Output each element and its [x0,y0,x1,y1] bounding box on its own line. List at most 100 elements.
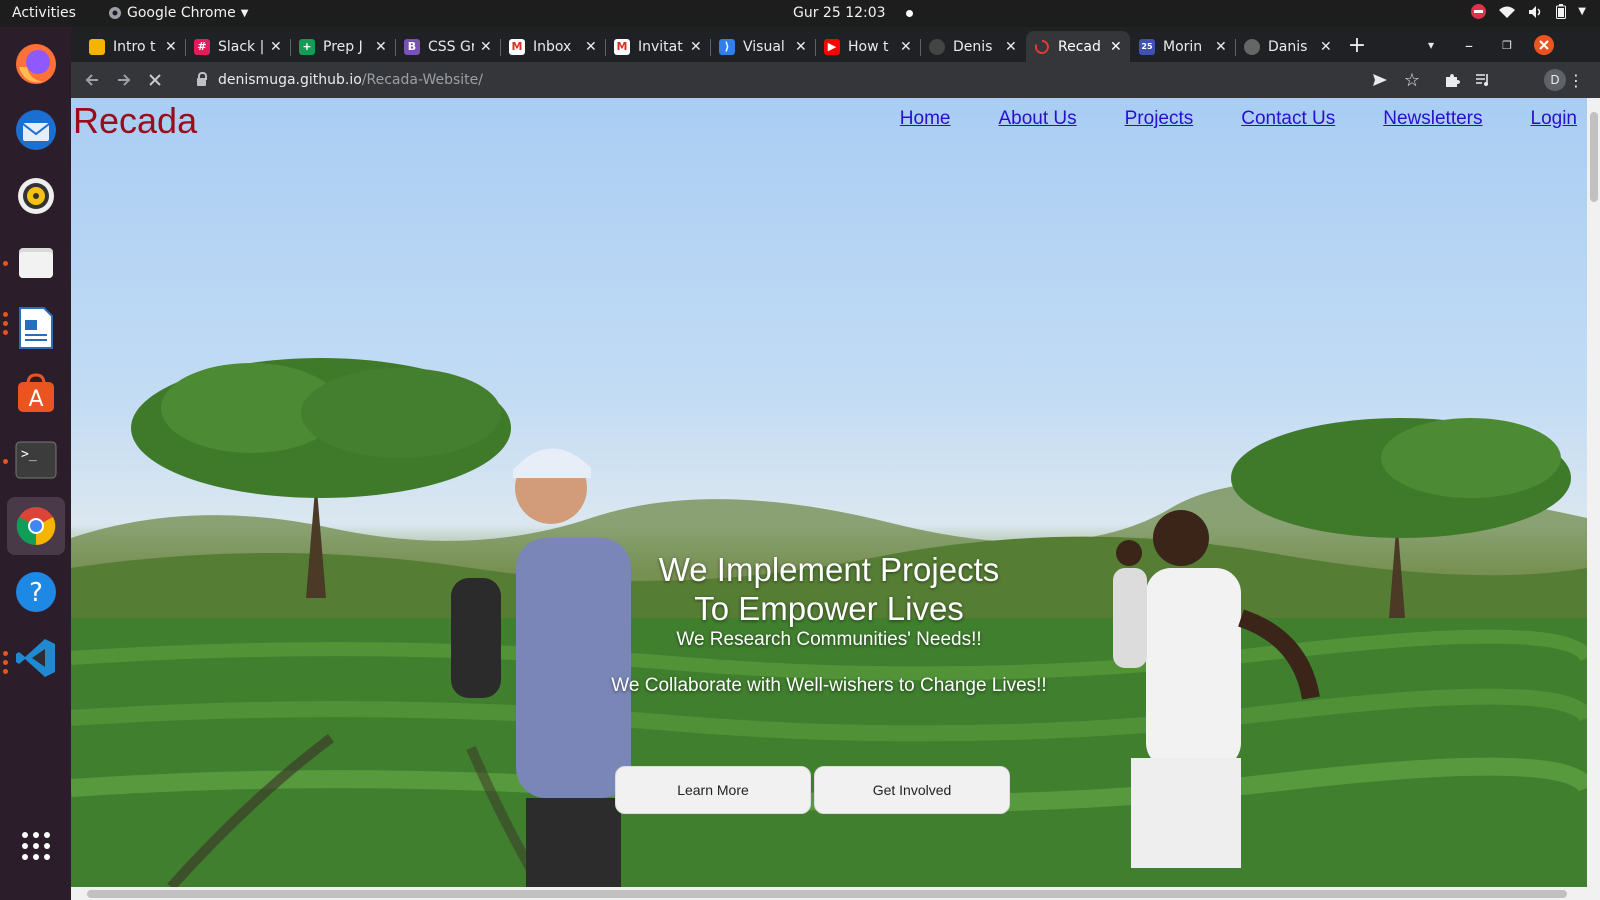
ubuntu-software-launcher[interactable]: A [7,365,65,423]
nav-link-about-us[interactable]: About Us [998,108,1076,130]
thunderbird-icon [16,110,56,150]
nav-link-projects[interactable]: Projects [1125,108,1194,130]
close-tab-icon[interactable]: ✕ [1320,39,1332,55]
slides-icon [89,38,105,55]
chrome-launcher[interactable] [7,497,65,555]
page-viewport: Recada Home About Us Projects Contact Us… [71,98,1587,887]
url-path: /Recada-Website/ [361,72,483,88]
media-control-button[interactable] [1470,67,1496,93]
battery-icon [1556,4,1567,19]
chrome-small-icon [109,7,121,19]
hero-text: We Implement Projects To Empower Lives W… [71,550,1587,698]
clock[interactable]: Gur 25 12:03 [793,5,913,21]
notification-dot-icon [905,9,913,17]
scrollbar-thumb[interactable] [1590,112,1598,202]
nav-link-home[interactable]: Home [900,108,951,130]
app-menu-label: Google Chrome [127,5,236,21]
close-tab-icon[interactable]: ✕ [795,39,807,55]
tab-title: CSS Gr [428,38,474,55]
kebab-menu-icon: ⋮ [1568,70,1584,90]
hero-subheading-research: We Research Communities' Needs!! [676,629,982,650]
nav-link-login[interactable]: Login [1531,108,1578,130]
close-tab-icon[interactable]: ✕ [1110,39,1122,55]
lock-icon[interactable] [197,72,207,86]
close-tab-icon[interactable]: ✕ [690,39,702,55]
chrome-menu-button[interactable]: ⋮ [1563,67,1589,93]
firefox-icon [16,44,56,84]
tab[interactable]: M Invitat ✕ [606,31,710,62]
tab[interactable]: Danis ✕ [1236,31,1340,62]
firefox-launcher[interactable] [7,35,65,93]
system-tray[interactable]: ▼ [1471,4,1586,19]
close-tab-icon[interactable]: ✕ [900,39,912,55]
tab[interactable]: M Inbox ✕ [501,31,605,62]
app-menu[interactable]: Google Chrome ▼ [108,5,248,21]
activities-button[interactable]: Activities [12,5,76,21]
bookmark-button[interactable]: ☆ [1399,67,1425,93]
files-launcher[interactable] [7,233,65,291]
tab[interactable]: ⟩ Visual ✕ [711,31,815,62]
close-tab-icon[interactable]: ✕ [1215,39,1227,55]
wifi-icon [1499,6,1516,18]
clock-text: Gur 25 12:03 [793,5,886,21]
tab-search-chevron-icon[interactable]: ▾ [1419,31,1443,59]
tab[interactable]: ▶ How t ✕ [816,31,920,62]
forward-arrow-icon [118,74,131,86]
get-involved-button[interactable]: Get Involved [814,766,1010,814]
back-button[interactable] [79,67,105,93]
tab[interactable]: Denis ✕ [921,31,1025,62]
tab-title: Slack | [218,38,264,55]
nav-link-contact-us[interactable]: Contact Us [1241,108,1335,130]
tab[interactable]: + Prep J ✕ [291,31,395,62]
help-icon: ? [16,572,56,612]
hero-heading-line-1: We Implement Projects [658,551,1000,588]
forward-button[interactable] [111,67,137,93]
tab[interactable]: # Slack | ✕ [186,31,290,62]
terminal-launcher[interactable]: >_ [7,431,65,489]
close-tab-icon[interactable]: ✕ [480,39,492,55]
gmail-icon: M [614,38,630,55]
tab[interactable]: Intro t ✕ [81,31,185,62]
close-tab-icon[interactable]: ✕ [375,39,387,55]
new-tab-button[interactable]: + [1343,31,1371,59]
help-launcher[interactable]: ? [7,563,65,621]
svg-text:>_: >_ [21,447,37,462]
stop-loading-button[interactable] [142,67,168,93]
tab-active[interactable]: Recad ✕ [1026,31,1130,62]
learn-more-button[interactable]: Learn More [615,766,811,814]
close-tab-icon[interactable]: ✕ [585,39,597,55]
close-icon [1534,35,1554,55]
libreoffice-writer-launcher[interactable] [7,299,65,357]
minimize-button[interactable]: – [1457,31,1481,59]
extensions-button[interactable] [1439,67,1465,93]
send-to-devices-button[interactable] [1367,67,1393,93]
vscode-icon [16,639,55,677]
vscode-launcher[interactable] [7,629,65,687]
send-icon [1373,74,1387,86]
files-icon [19,248,53,278]
site-logo[interactable]: Recada [73,100,197,142]
nav-link-newsletters[interactable]: Newsletters [1383,108,1482,130]
restore-button[interactable]: ❐ [1495,31,1519,59]
tab[interactable]: 25 Morin ✕ [1131,31,1235,62]
tab[interactable]: B CSS Gr ✕ [396,31,500,62]
svg-text:A: A [28,387,43,412]
scrollbar-thumb[interactable] [87,890,1567,898]
close-tab-icon[interactable]: ✕ [165,39,177,55]
close-window-button[interactable] [1532,31,1556,59]
close-tab-icon[interactable]: ✕ [1005,39,1017,55]
youtube-icon: ▶ [824,38,840,55]
sheets-icon: + [299,38,315,55]
stop-icon [149,74,161,86]
software-icon: A [18,373,54,412]
rhythmbox-launcher[interactable] [7,167,65,225]
vertical-scrollbar[interactable] [1587,98,1600,887]
ubuntu-dock: A >_ ? [0,27,71,900]
thunderbird-launcher[interactable] [7,101,65,159]
back-arrow-icon [85,74,98,86]
horizontal-scrollbar[interactable] [71,887,1600,900]
show-applications-button[interactable] [7,817,65,875]
address-bar[interactable]: denismuga.github.io/Recada-Website/ [181,65,1498,95]
close-tab-icon[interactable]: ✕ [270,39,282,55]
bootstrap-icon: B [404,38,420,55]
